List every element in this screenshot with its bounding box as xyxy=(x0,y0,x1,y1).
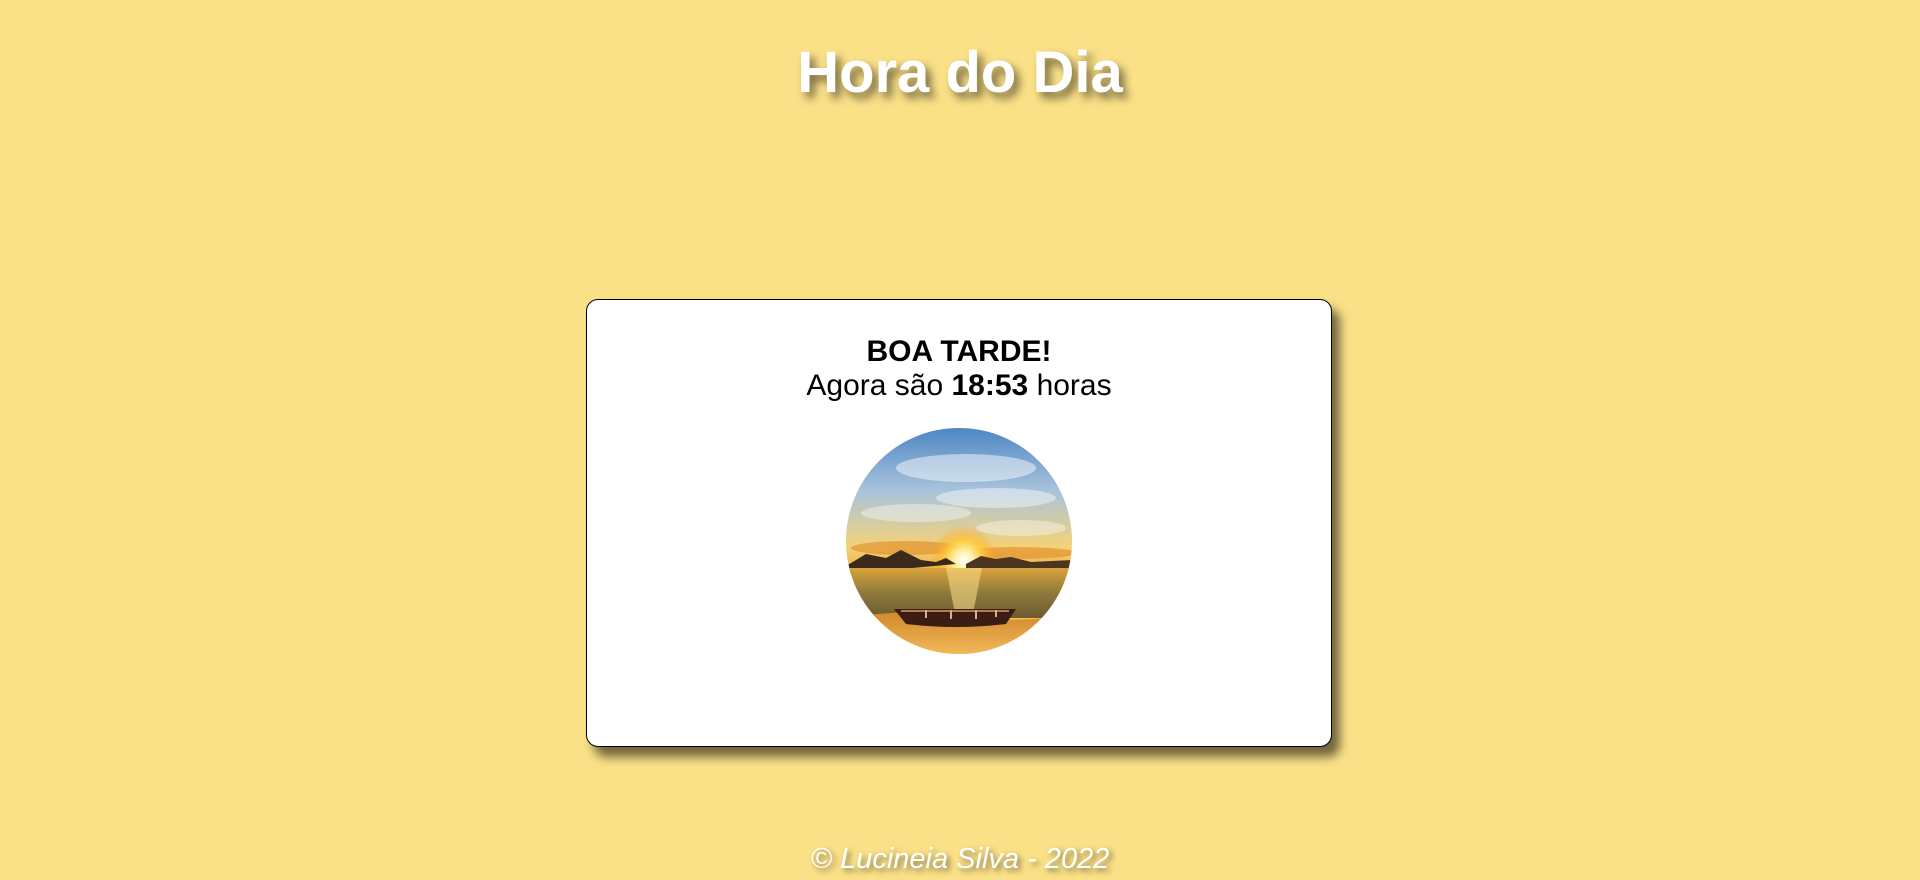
time-card: BOA TARDE! Agora são 18:53 horas xyxy=(586,299,1332,747)
time-suffix: horas xyxy=(1036,369,1112,402)
sunset-illustration xyxy=(846,428,1072,654)
page-footer: © Lucineia Silva - 2022 xyxy=(0,842,1920,876)
page-title: Hora do Dia xyxy=(797,40,1123,105)
time-prefix: Agora são xyxy=(806,369,944,402)
time-value: 18:53 xyxy=(951,369,1029,402)
time-message: Agora são 18:53 horas xyxy=(587,369,1331,403)
copyright-text: © Lucineia Silva - 2022 xyxy=(810,843,1110,875)
page-header: Hora do Dia xyxy=(0,0,1920,108)
greeting-text: BOA TARDE! xyxy=(866,335,1052,368)
sunset-image xyxy=(846,428,1072,654)
